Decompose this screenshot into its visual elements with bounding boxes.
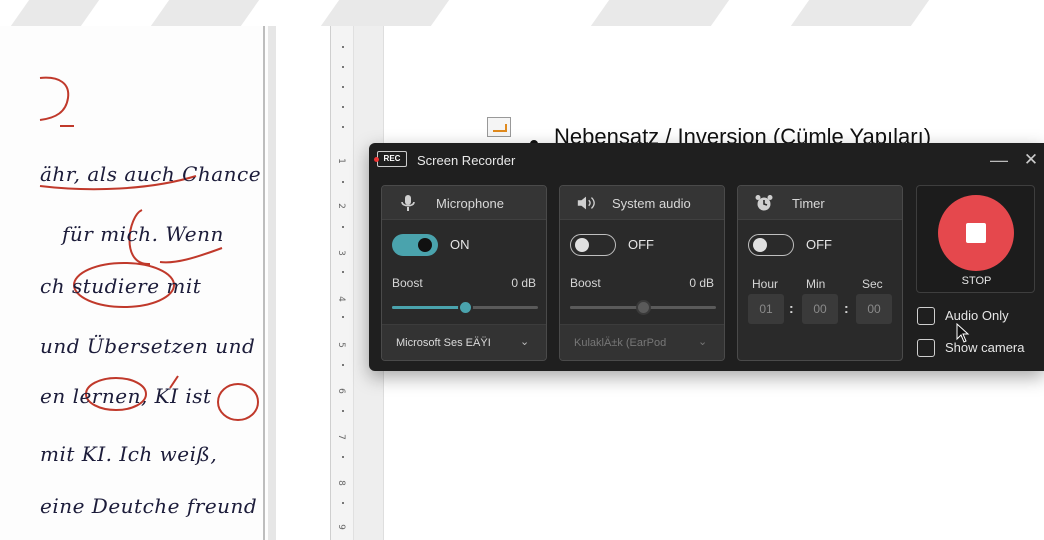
vertical-ruler: 1 2 3 4 5 6 7 8 9 bbox=[330, 26, 354, 540]
timer-hour-label: Hour bbox=[752, 277, 779, 291]
system-audio-card: System audio OFF Boost 0 dB KulaklÄ±k (E… bbox=[559, 185, 725, 361]
stop-panel: STOP bbox=[916, 185, 1035, 293]
ruler-number: 3 bbox=[335, 250, 346, 256]
ruler-tick bbox=[342, 226, 344, 228]
system-audio-toggle[interactable] bbox=[570, 234, 616, 256]
header-stripe bbox=[320, 0, 450, 26]
header-stripe bbox=[790, 0, 930, 26]
microphone-boost-label: Boost bbox=[392, 276, 423, 290]
timer-label: Timer bbox=[792, 196, 825, 211]
system-audio-device-dropdown[interactable]: KulaklÄ±k (EarPod ⌄ bbox=[560, 324, 724, 360]
microphone-device-value: Microsoft Ses EÄŸI bbox=[396, 337, 491, 349]
microphone-card-header: Microphone bbox=[382, 186, 546, 220]
minimize-button[interactable]: — bbox=[987, 149, 1011, 171]
header-stripe bbox=[590, 0, 730, 26]
ruler-tick bbox=[342, 316, 344, 318]
system-audio-boost-value: 0 dB bbox=[689, 276, 714, 290]
microphone-toggle-label: ON bbox=[450, 237, 470, 252]
title-bar[interactable]: REC Screen Recorder — ✕ bbox=[369, 143, 1044, 177]
system-audio-device-value: KulaklÄ±k (EarPod bbox=[574, 337, 667, 349]
ruler-number: 6 bbox=[335, 388, 346, 394]
close-button[interactable]: ✕ bbox=[1019, 149, 1043, 171]
system-audio-toggle-label: OFF bbox=[628, 237, 654, 252]
header-stripe bbox=[10, 0, 100, 26]
microphone-icon bbox=[401, 195, 415, 211]
stop-button[interactable] bbox=[938, 195, 1014, 271]
microphone-card: Microphone ON Boost 0 dB Microsoft Ses E… bbox=[381, 185, 547, 361]
alarm-clock-icon bbox=[755, 195, 773, 211]
chevron-down-icon: ⌄ bbox=[520, 336, 530, 348]
show-camera-checkbox[interactable] bbox=[917, 339, 935, 357]
panel-divider bbox=[263, 26, 265, 540]
slider-thumb[interactable] bbox=[636, 300, 651, 315]
slider-fill bbox=[570, 306, 643, 309]
handwritten-notes-panel: ähr, als auch Chance für mich. Wenn ch s… bbox=[0, 26, 268, 540]
handwriting-line: ähr, als auch Chance bbox=[40, 162, 262, 186]
system-audio-card-header: System audio bbox=[560, 186, 724, 220]
header-stripe bbox=[150, 0, 260, 26]
rec-logo-icon: REC bbox=[374, 151, 407, 167]
timer-card-header: Timer bbox=[738, 186, 902, 220]
ruler-number: 5 bbox=[335, 342, 346, 348]
handwriting-line: mit KI. Ich weiß, bbox=[40, 442, 218, 466]
chevron-down-icon: ⌄ bbox=[698, 336, 708, 348]
slider-thumb[interactable] bbox=[458, 300, 473, 315]
toggle-knob bbox=[418, 238, 432, 252]
ruler-number: 1 bbox=[335, 158, 346, 164]
window-title: Screen Recorder bbox=[417, 153, 516, 168]
ruler-tick bbox=[342, 106, 344, 108]
audio-only-label[interactable]: Audio Only bbox=[945, 308, 1009, 323]
audio-only-checkbox[interactable] bbox=[917, 307, 935, 325]
stop-label: STOP bbox=[961, 275, 992, 287]
speaker-icon bbox=[577, 196, 595, 210]
ruler-number: 2 bbox=[335, 203, 346, 209]
ruler-tick bbox=[342, 271, 344, 273]
ruler-tick bbox=[342, 410, 344, 412]
microphone-label: Microphone bbox=[436, 196, 504, 211]
slider-fill bbox=[392, 306, 465, 309]
ruler-number: 7 bbox=[335, 434, 346, 440]
ruler-number: 4 bbox=[335, 296, 346, 302]
timer-card: Timer OFF Hour Min Sec 01 : 00 : 00 bbox=[737, 185, 903, 361]
handwriting-line: ch studiere mit bbox=[40, 274, 202, 298]
handwriting-line: und Übersetzen und bbox=[40, 334, 256, 358]
ruler-tick bbox=[342, 86, 344, 88]
ruler-tick bbox=[342, 502, 344, 504]
mouse-cursor-icon bbox=[956, 323, 970, 343]
handwriting-line: en lernen, KI ist bbox=[40, 384, 212, 408]
ruler-number: 9 bbox=[335, 524, 346, 530]
timer-separator: : bbox=[844, 300, 849, 316]
timer-hour-input[interactable]: 01 bbox=[748, 294, 784, 324]
ruler-tick bbox=[342, 456, 344, 458]
gutter bbox=[276, 26, 330, 540]
timer-toggle-label: OFF bbox=[806, 237, 832, 252]
toggle-knob bbox=[753, 238, 767, 252]
timer-min-label: Min bbox=[806, 277, 826, 291]
microphone-boost-value: 0 dB bbox=[511, 276, 536, 290]
ruler-tick bbox=[342, 66, 344, 68]
ruler-tick bbox=[342, 181, 344, 183]
microphone-toggle[interactable] bbox=[392, 234, 438, 256]
scrollbar-track[interactable] bbox=[268, 26, 276, 540]
timer-sec-label: Sec bbox=[862, 277, 883, 291]
ruler-tick bbox=[342, 364, 344, 366]
ruler-tick bbox=[342, 46, 344, 48]
timer-separator: : bbox=[789, 300, 794, 316]
system-audio-label: System audio bbox=[612, 196, 691, 211]
toggle-knob bbox=[575, 238, 589, 252]
screen: ähr, als auch Chance für mich. Wenn ch s… bbox=[0, 0, 1044, 540]
paste-options-icon[interactable] bbox=[487, 117, 511, 137]
handwriting-line: für mich. Wenn bbox=[62, 222, 224, 246]
timer-toggle[interactable] bbox=[748, 234, 794, 256]
system-audio-boost-label: Boost bbox=[570, 276, 601, 290]
system-audio-boost-slider[interactable] bbox=[570, 300, 716, 315]
microphone-device-dropdown[interactable]: Microsoft Ses EÄŸI ⌄ bbox=[382, 324, 546, 360]
timer-min-input[interactable]: 00 bbox=[802, 294, 838, 324]
timer-sec-input[interactable]: 00 bbox=[856, 294, 892, 324]
ruler-number: 8 bbox=[335, 480, 346, 486]
handwriting-line: eine Deutche freund bbox=[40, 494, 258, 518]
screen-recorder-window: REC Screen Recorder — ✕ Microphone ON Bo… bbox=[369, 143, 1044, 371]
ruler-tick bbox=[342, 126, 344, 128]
microphone-boost-slider[interactable] bbox=[392, 300, 538, 315]
